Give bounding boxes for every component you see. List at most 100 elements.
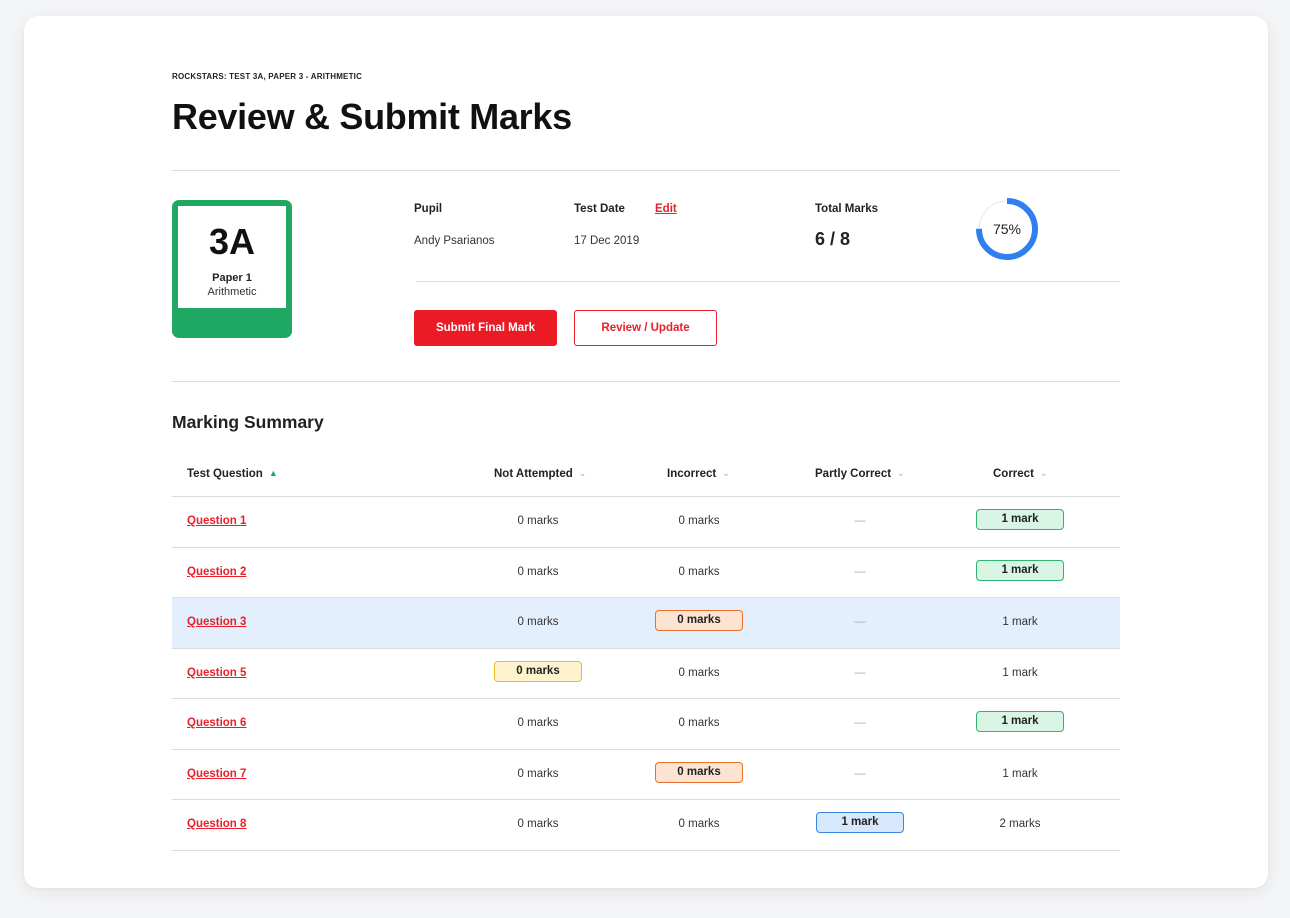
cell-incorrect: 0 marks (654, 699, 744, 749)
cell-incorrect: 0 marks (654, 800, 744, 850)
pupil-label: Pupil (414, 203, 443, 215)
cell-not-attempted: 0 marks (493, 800, 583, 850)
chevron-down-icon: ⌄ (1039, 468, 1048, 478)
score-percent: 75% (992, 221, 1022, 237)
page-title: Review & Submit Marks (172, 96, 572, 137)
sort-partly-correct[interactable]: Partly Correct ⌄ (815, 458, 905, 497)
review-update-button[interactable]: Review / Update (574, 310, 717, 346)
question-link[interactable]: Question 7 (187, 750, 246, 800)
cell-not-attempted: 0 marks (493, 497, 583, 547)
submit-final-mark-button[interactable]: Submit Final Mark (414, 310, 557, 346)
chevron-down-icon: ⌄ (722, 468, 730, 478)
table-row: Question 8 0 marks 0 marks 1 mark 2 marks (172, 800, 1120, 851)
question-link[interactable]: Question 3 (187, 598, 246, 648)
test-date-label: Test Date (574, 203, 625, 215)
edit-date-link[interactable]: Edit (655, 203, 677, 215)
sort-test-question[interactable]: Test Question ▲ (187, 458, 278, 497)
paper-subject: Arithmetic (207, 286, 257, 298)
review-card: ROCKSTARS: TEST 3A, PAPER 3 - ARITHMETIC… (24, 16, 1268, 888)
divider (416, 281, 1120, 282)
chevron-up-icon: ▲ (268, 468, 278, 478)
sort-incorrect[interactable]: Incorrect ⌄ (667, 458, 730, 497)
cell-correct: 1 mark (975, 497, 1065, 547)
divider (172, 381, 1120, 382)
column-label: Correct (993, 468, 1034, 480)
mark-value: — (854, 616, 866, 628)
divider (172, 170, 1120, 171)
paper-code: 3A (208, 221, 256, 262)
cell-incorrect: 0 marks (654, 649, 744, 699)
breadcrumb: ROCKSTARS: TEST 3A, PAPER 3 - ARITHMETIC (172, 72, 363, 81)
sort-not-attempted[interactable]: Not Attempted ⌄ (494, 458, 586, 497)
marking-summary-title: Marking Summary (172, 412, 324, 432)
mark-badge[interactable]: 0 marks (655, 610, 743, 632)
cell-incorrect: 0 marks (654, 598, 744, 648)
marking-table: Test Question ▲ Not Attempted ⌄ Incorrect ⌄… (172, 458, 1120, 851)
table-row: Question 3 0 marks 0 marks — 1 mark (172, 598, 1120, 649)
mark-value: — (854, 515, 866, 527)
question-link[interactable]: Question 5 (187, 649, 246, 699)
mark-value: 2 marks (999, 818, 1041, 830)
cell-partly-correct: — (815, 598, 905, 648)
table-header: Test Question ▲ Not Attempted ⌄ Incorrect ⌄… (172, 458, 1120, 497)
table-row: Question 7 0 marks 0 marks — 1 mark (172, 750, 1120, 800)
cell-partly-correct: — (815, 649, 905, 699)
mark-badge[interactable]: 1 mark (976, 509, 1064, 531)
question-link[interactable]: Question 2 (187, 548, 246, 598)
mark-badge[interactable]: 0 marks (655, 761, 743, 783)
mark-value: 0 marks (678, 565, 720, 578)
mark-value: 0 marks (517, 767, 559, 780)
mark-value: 0 marks (517, 717, 559, 729)
column-label: Incorrect (667, 468, 717, 480)
total-marks-label: Total Marks (815, 203, 879, 215)
chevron-down-icon: ⌄ (578, 468, 587, 478)
question-link[interactable]: Question 1 (187, 497, 246, 547)
mark-value: 0 marks (678, 818, 720, 830)
cell-not-attempted: 0 marks (493, 548, 583, 598)
cell-not-attempted: 0 marks (493, 699, 583, 749)
column-label: Test Question (187, 468, 263, 480)
mark-value: — (854, 666, 866, 679)
mark-value: — (854, 565, 866, 578)
paper-tile-body: 3A Paper 1 Arithmetic (178, 206, 286, 308)
sort-correct[interactable]: Correct ⌄ (993, 458, 1047, 497)
table-row: Question 1 0 marks 0 marks — 1 mark (172, 497, 1120, 548)
cell-correct: 1 mark (975, 649, 1065, 699)
cell-partly-correct: — (815, 699, 905, 749)
cell-correct: 1 mark (975, 598, 1065, 648)
mark-value: 0 marks (517, 818, 559, 830)
mark-value: 1 mark (1002, 767, 1038, 780)
mark-value: 0 marks (517, 515, 559, 527)
cell-not-attempted: 0 marks (493, 750, 583, 800)
pupil-name: Andy Psarianos (414, 235, 495, 247)
cell-partly-correct: — (815, 497, 905, 547)
mark-badge[interactable]: 1 mark (816, 812, 904, 834)
paper-tile: 3A Paper 1 Arithmetic (172, 200, 292, 338)
chevron-down-icon: ⌄ (897, 468, 905, 478)
table-body: Question 10 marks 0 marks —1 mark Question … (172, 497, 1120, 851)
cell-partly-correct: 1 mark (815, 800, 905, 850)
column-label: Partly Correct (815, 468, 892, 480)
mark-value: — (854, 767, 866, 780)
score-gauge: 75% (974, 196, 1040, 262)
cell-partly-correct: — (815, 548, 905, 598)
cell-correct: 1 mark (975, 699, 1065, 749)
paper-name: Paper 1 (212, 272, 252, 284)
question-link[interactable]: Question 8 (187, 800, 246, 850)
mark-badge[interactable]: 1 mark (976, 559, 1064, 581)
cell-incorrect: 0 marks (654, 548, 744, 598)
mark-value: 0 marks (517, 616, 559, 628)
mark-value: 0 marks (517, 565, 559, 578)
table-row: Question 5 0 marks 0 marks — 1 mark (172, 649, 1120, 699)
mark-value: 1 mark (1002, 666, 1038, 679)
mark-value: 0 marks (678, 666, 720, 679)
cell-correct: 1 mark (975, 750, 1065, 800)
test-date-value: 17 Dec 2019 (574, 235, 640, 247)
mark-value: 0 marks (678, 515, 720, 527)
mark-badge[interactable]: 0 marks (494, 660, 582, 682)
mark-badge[interactable]: 1 mark (976, 711, 1064, 733)
table-row: Question 6 0 marks 0 marks — 1 mark (172, 699, 1120, 750)
cell-not-attempted: 0 marks (493, 598, 583, 648)
question-link[interactable]: Question 6 (187, 699, 246, 749)
cell-not-attempted: 0 marks (493, 649, 583, 699)
